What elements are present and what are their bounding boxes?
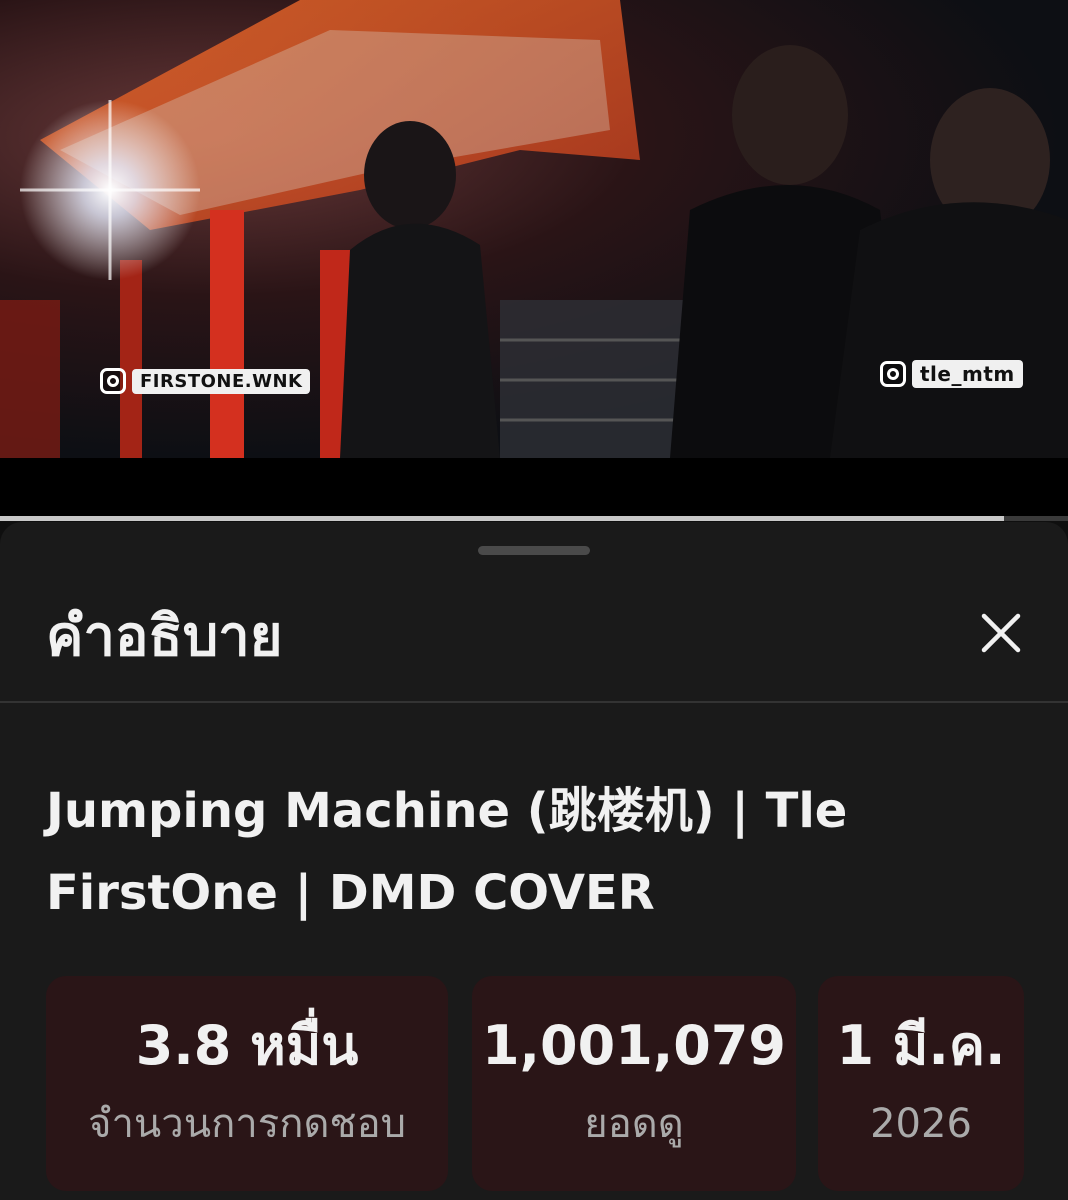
video-bottom-bar <box>0 458 1068 516</box>
stat-likes-value: 3.8 หมื่น <box>135 1014 359 1077</box>
instagram-icon <box>100 368 126 394</box>
watermark-left: FIRSTONE.WNK <box>100 368 311 394</box>
close-icon <box>981 613 1021 653</box>
description-sheet: คำอธิบาย Jumping Machine (跳楼机) | Tle Fir… <box>0 522 1068 1200</box>
stat-views-value: 1,001,079 <box>481 1014 787 1077</box>
video-player[interactable]: FIRSTONE.WNK tle_mtm <box>0 0 1068 458</box>
sheet-title: คำอธิบาย <box>46 604 283 669</box>
stat-date-value: 1 มี.ค. <box>836 1014 1006 1077</box>
stat-views-label: ยอดดู <box>584 1101 684 1147</box>
stat-views: 1,001,079 ยอดดู <box>472 976 796 1191</box>
instagram-icon <box>880 361 906 387</box>
watermark-right-label: tle_mtm <box>912 360 1023 388</box>
video-title: Jumping Machine (跳楼机) | Tle FirstOne | D… <box>46 783 848 921</box>
watermark-left-label: FIRSTONE.WNK <box>132 368 311 394</box>
stat-likes: 3.8 หมื่น จำนวนการกดชอบ <box>46 976 448 1191</box>
watermark-right: tle_mtm <box>880 360 1023 388</box>
stat-date-year: 2026 <box>870 1101 972 1147</box>
drag-handle[interactable] <box>478 546 590 555</box>
divider <box>0 701 1068 703</box>
stat-likes-label: จำนวนการกดชอบ <box>88 1101 406 1147</box>
video-progress-fill <box>0 516 1004 521</box>
stat-date: 1 มี.ค. 2026 <box>818 976 1024 1191</box>
video-progress-bar[interactable] <box>0 516 1068 521</box>
close-button[interactable] <box>972 604 1030 662</box>
